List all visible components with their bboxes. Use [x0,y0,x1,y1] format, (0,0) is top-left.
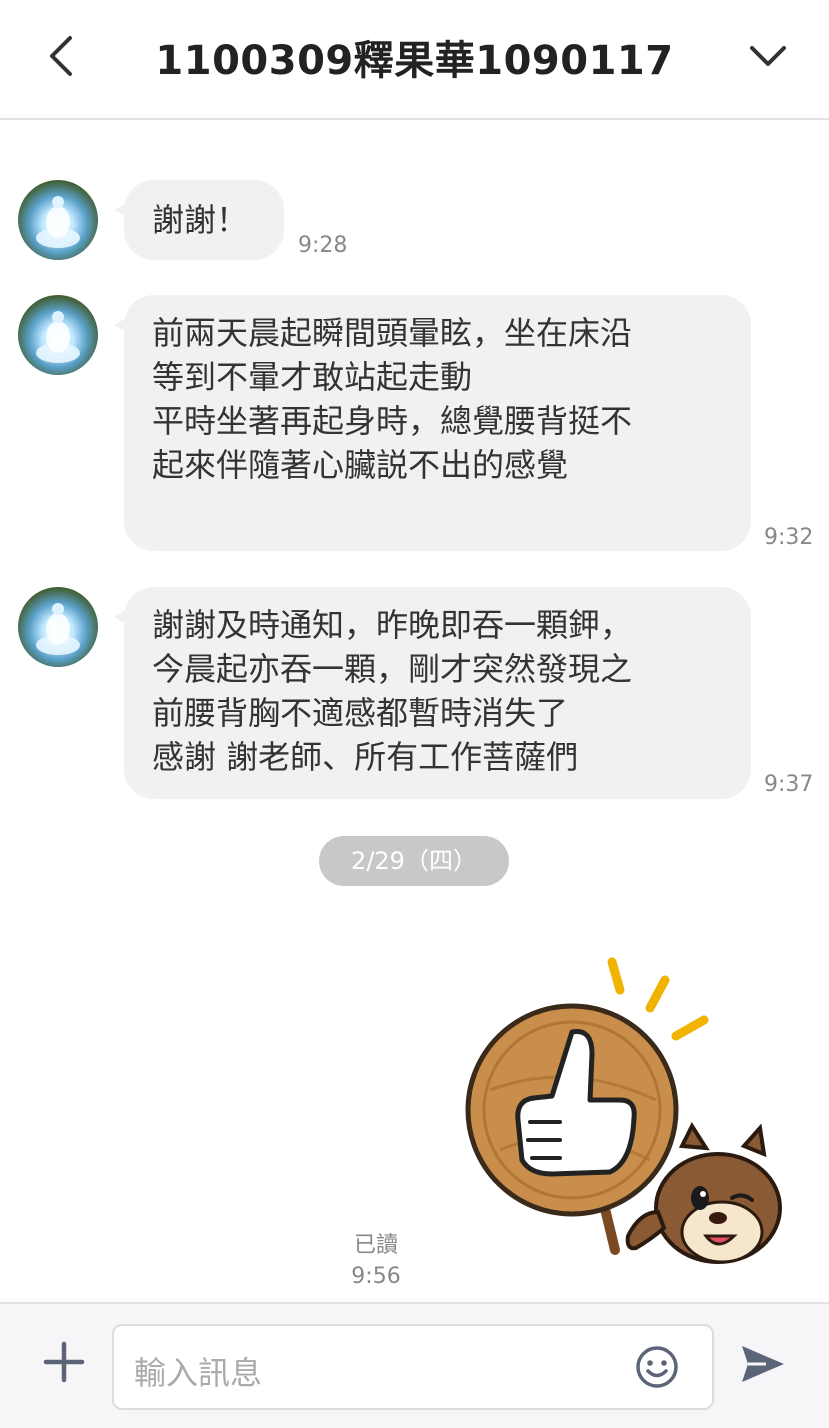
emoji-icon [636,1346,678,1388]
chat-header: 1100309釋果華1090117 [0,0,829,120]
buddha-avatar-icon [18,180,98,260]
message-bubble[interactable]: 前兩天晨起瞬間頭暈眩，坐在床沿 等到不暈才敢站起走動 平時坐著再起身時，總覺腰背… [114,295,751,551]
message-text-line: 等到不暈才敢站起走動 [152,358,473,396]
send-icon [742,1346,784,1382]
message-bubble[interactable]: 謝謝！ [114,180,284,260]
message-text-line: 今晨起亦吞一顆，剛才突然發現之 [152,650,633,688]
read-status: 已讀 9:56 [336,1230,416,1292]
plus-icon [43,1341,85,1383]
message-input[interactable]: 輸入訊息 [112,1324,714,1410]
message-text: 謝謝！ [152,201,249,239]
thumbs-up-chipmunk-sticker[interactable] [460,950,790,1280]
message-time: 9:28 [298,233,348,258]
read-label: 已讀 [353,1233,398,1258]
message-text-line: 謝謝及時通知，昨晚即吞一顆鉀， [152,606,633,644]
message-time: 9:37 [764,772,814,797]
avatar[interactable] [18,180,98,260]
buddha-avatar-icon [18,587,98,667]
chat-title: 1100309釋果華1090117 [155,38,674,84]
message-bubble[interactable]: 謝謝及時通知，昨晚即吞一顆鉀， 今晨起亦吞一顆，剛才突然發現之 前腰背胸不適感都… [114,587,751,799]
message-text-line: 起來伴隨著心臟説不出的感覺 [152,446,569,484]
avatar[interactable] [18,295,98,375]
message-composer: 輸入訊息 [0,1302,829,1428]
buddha-avatar-icon [18,295,98,375]
send-button[interactable] [738,1340,786,1388]
message-text-line: 前腰背胸不適感都暫時消失了 [152,694,569,732]
message-text-line: 前兩天晨起瞬間頭暈眩，坐在床沿 [152,314,633,352]
message-input-placeholder: 輸入訊息 [134,1354,263,1392]
emoji-button[interactable] [634,1344,680,1390]
date-separator: 2/29（四） [319,836,509,886]
attach-button[interactable] [40,1338,88,1386]
message-time: 9:56 [351,1264,401,1289]
message-text-line: 平時坐著再起身時，總覺腰背挺不 [152,402,633,440]
message-text-line: 感謝 謝老師、所有工作菩薩們 [152,738,579,776]
message-time: 9:32 [764,525,814,550]
avatar[interactable] [18,587,98,667]
chat-menu-button[interactable] [745,32,791,80]
chevron-down-icon [750,46,786,66]
